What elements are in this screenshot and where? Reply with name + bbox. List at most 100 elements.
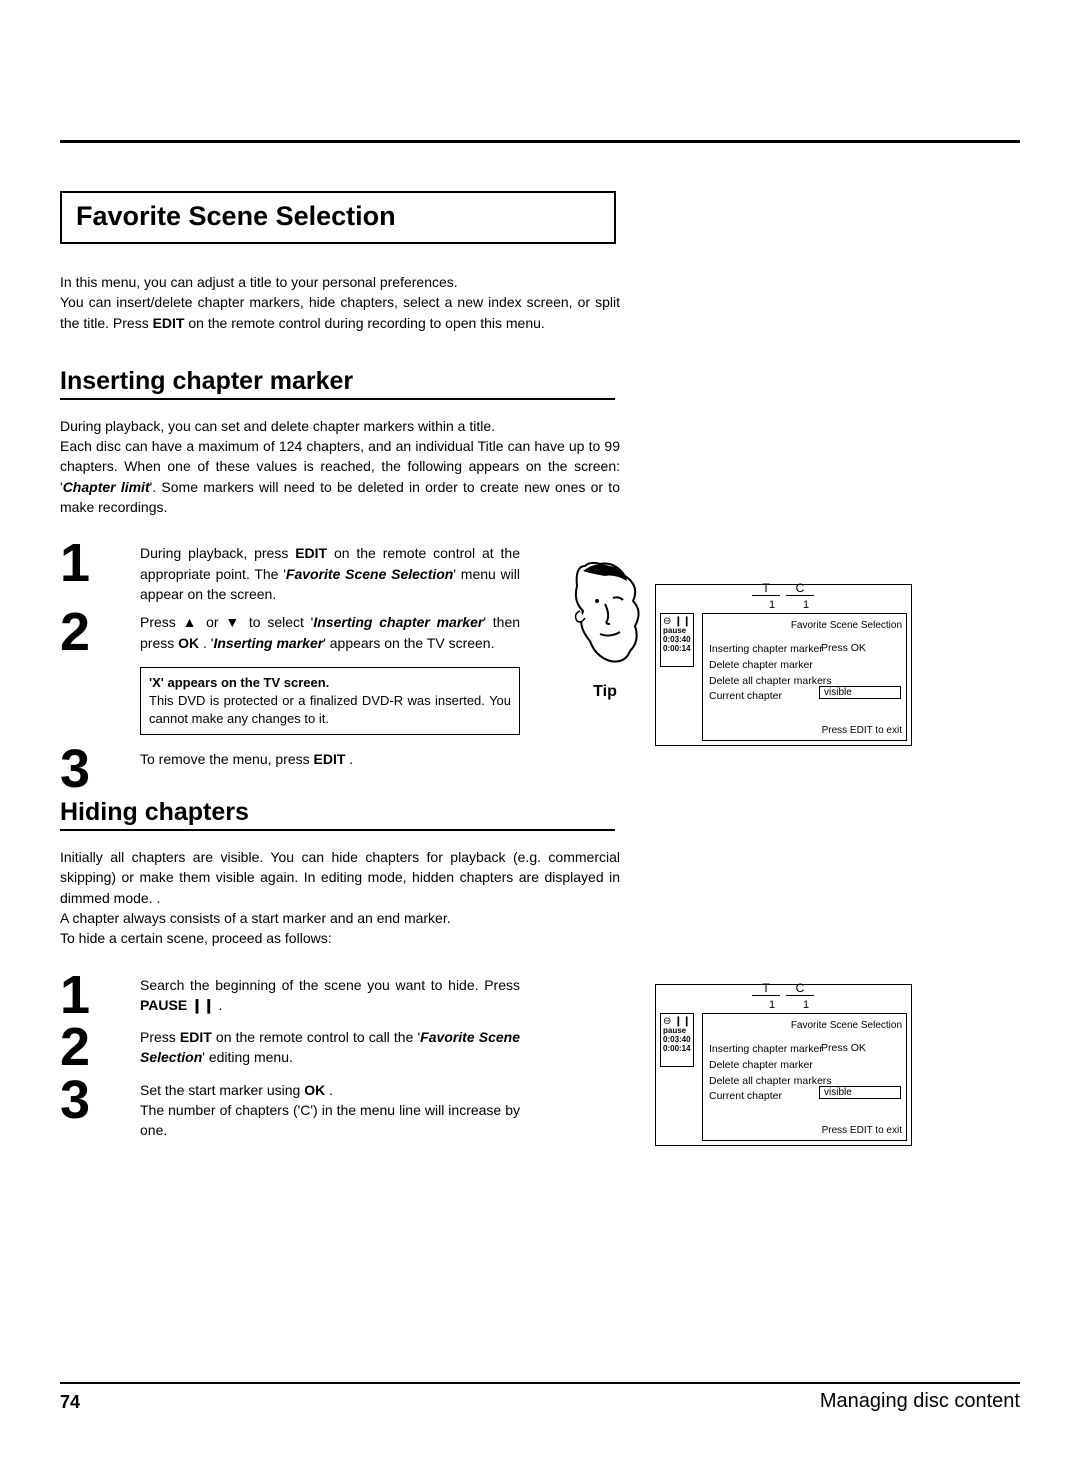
step-number: 1 (60, 539, 140, 604)
down-icon: ▼ (225, 614, 242, 630)
step-text: During playback, press EDIT on the remot… (140, 543, 520, 604)
t: To hide a certain scene, proceed as foll… (60, 930, 332, 946)
step-text: To remove the menu, press EDIT . (140, 749, 520, 769)
c: C (786, 981, 814, 996)
osd-tc-values: 11 (758, 999, 826, 1011)
ok-key: OK (178, 635, 199, 651)
step-number: 2 (60, 608, 140, 735)
face-icon (564, 556, 646, 676)
edit-key: EDIT (153, 315, 185, 331)
t: or (199, 614, 225, 630)
im: Inserting marker (213, 635, 323, 651)
t: on the remote control to call the ' (212, 1029, 420, 1045)
page-number: 74 (60, 1392, 80, 1413)
t: ' appears on the TV screen. (323, 635, 494, 651)
t: A chapter always consists of a start mar… (60, 910, 451, 926)
n: 1 (792, 599, 820, 611)
osd-item: Delete all chapter markers (709, 674, 832, 690)
osd-footer: Press EDIT to exit (822, 725, 902, 736)
step-text: Search the beginning of the scene you wa… (140, 975, 520, 1016)
step: 2 Press ▲ or ▼ to select 'Inserting chap… (60, 608, 620, 735)
osd-pressok: Press OK (821, 642, 866, 654)
osd-pressok: Press OK (821, 1042, 866, 1054)
steps-block-1: 1 During playback, press EDIT on the rem… (60, 539, 620, 794)
t: To remove the menu, press (140, 751, 314, 767)
t: Set the start marker using (140, 1082, 304, 1098)
section-heading-2: Hiding chapters (60, 798, 615, 831)
step-number: 2 (60, 1023, 140, 1072)
section-heading-1: Inserting chapter marker (60, 367, 615, 400)
c: C (786, 581, 814, 596)
edit-key: EDIT (295, 545, 327, 561)
osd-tc-labels: TC (752, 981, 820, 996)
t: During playback, press (140, 545, 295, 561)
osd-side-panel: ⊖ ❙❙ pause 0:03:40 0:00:14 (660, 1013, 694, 1067)
step: 3 To remove the menu, press EDIT . (60, 745, 620, 794)
osd-item: Delete chapter marker (709, 1058, 832, 1074)
up-icon: ▲ (183, 614, 200, 630)
note-body: This DVD is protected or a finalized DVD… (149, 692, 511, 728)
osd-tc-values: 11 (758, 599, 826, 611)
fss: Favorite Scene Selection (286, 566, 453, 582)
section-name: Managing disc content (820, 1390, 1020, 1413)
osd-title: Favorite Scene Selection (791, 620, 902, 631)
n: 1 (758, 999, 786, 1011)
note-box: 'X' appears on the TV screen. This DVD i… (140, 667, 520, 736)
tip-label: Tip (560, 683, 650, 701)
step-number: 1 (60, 971, 140, 1020)
osd-item: Current chapter (709, 1089, 832, 1105)
edit-key: EDIT (314, 751, 346, 767)
osd-menu-list: Inserting chapter marker Delete chapter … (709, 1042, 832, 1105)
tip-illustration: Tip (560, 556, 650, 701)
step: 3 Set the start marker using OK . The nu… (60, 1076, 620, 1141)
osd-item: Inserting chapter marker (709, 1042, 832, 1058)
t: . (218, 997, 222, 1013)
t: Press (140, 1029, 180, 1045)
chapter-limit: Chapter limit (63, 479, 150, 495)
osd-main-panel: Favorite Scene Selection Inserting chapt… (702, 613, 907, 741)
t: . (325, 1082, 333, 1098)
manual-page: Favorite Scene Selection In this menu, y… (0, 0, 1080, 1473)
step-text: Set the start marker using OK . The numb… (140, 1080, 520, 1141)
t: Initially all chapters are visible. You … (60, 849, 620, 906)
edit-key: EDIT (180, 1029, 212, 1045)
icm: Inserting chapter marker (313, 614, 483, 630)
n: 1 (758, 599, 786, 611)
t: Search the beginning of the scene you wa… (140, 977, 520, 993)
osd-main-panel: Favorite Scene Selection Inserting chapt… (702, 1013, 907, 1141)
t: The number of chapters ('C') in the menu… (140, 1102, 520, 1138)
note-title: 'X' appears on the TV screen. (149, 674, 511, 692)
osd-title: Favorite Scene Selection (791, 1020, 902, 1031)
section2-body: Initially all chapters are visible. You … (60, 847, 620, 948)
time2: 0:00:14 (663, 645, 691, 654)
t: ' editing menu. (202, 1049, 293, 1065)
osd-visible-box: visible (819, 1086, 901, 1099)
page-footer: 74 Managing disc content (60, 1382, 1020, 1413)
t: T (752, 581, 780, 596)
top-rule (60, 140, 1020, 143)
time2: 0:00:14 (663, 1045, 691, 1054)
osd-item: Delete chapter marker (709, 658, 832, 674)
intro-line1: In this menu, you can adjust a title to … (60, 274, 458, 290)
osd-menu-list: Inserting chapter marker Delete chapter … (709, 642, 832, 705)
step-text: Press EDIT on the remote control to call… (140, 1027, 520, 1068)
osd-item: Current chapter (709, 689, 832, 705)
section1-body: During playback, you can set and delete … (60, 416, 620, 517)
n: 1 (792, 999, 820, 1011)
osd-visible-box: visible (819, 686, 901, 699)
boxed-section-title: Favorite Scene Selection (60, 191, 616, 244)
t: to select ' (242, 614, 313, 630)
intro-line2b: on the remote control during recording t… (184, 315, 544, 331)
osd-side-panel: ⊖ ❙❙ pause 0:03:40 0:00:14 (660, 613, 694, 667)
t: T (752, 981, 780, 996)
osd-tc-labels: TC (752, 581, 820, 596)
osd-screenshot-1: TC 11 ⊖ ❙❙ pause 0:03:40 0:00:14 Favorit… (655, 584, 912, 746)
pause-key: PAUSE ❙❙ (140, 997, 218, 1013)
osd-item: Inserting chapter marker (709, 642, 832, 658)
step-number: 3 (60, 1076, 140, 1141)
t: Press (140, 614, 183, 630)
s1-p1: During playback, you can set and delete … (60, 418, 495, 434)
steps-block-2: 1 Search the beginning of the scene you … (60, 971, 620, 1141)
step-text: Press ▲ or ▼ to select 'Inserting chapte… (140, 612, 520, 653)
step: 1 During playback, press EDIT on the rem… (60, 539, 620, 604)
